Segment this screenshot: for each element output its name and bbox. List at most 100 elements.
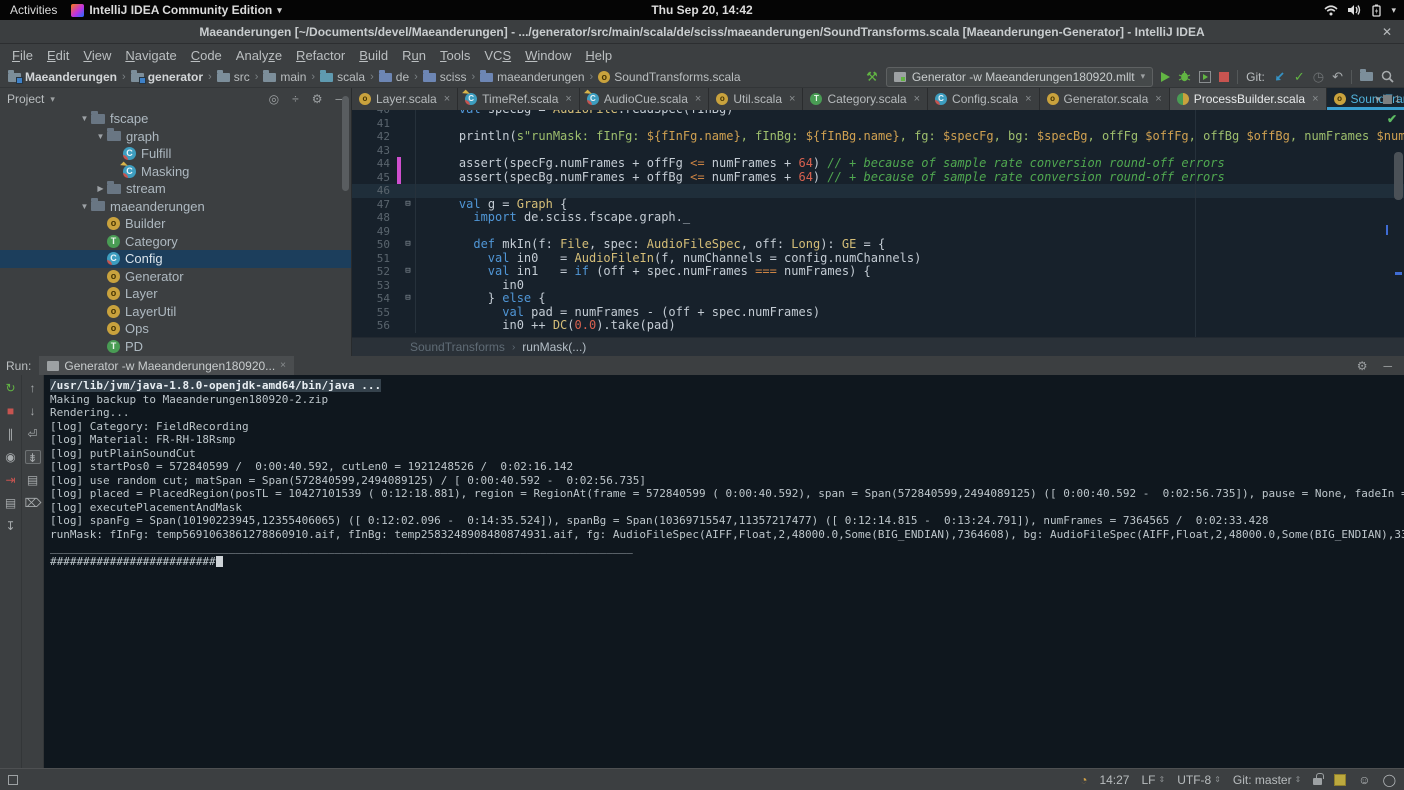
readonly-lock-icon[interactable] <box>1313 778 1322 785</box>
tree-item-category[interactable]: TCategory <box>0 233 351 251</box>
close-icon[interactable]: × <box>1155 93 1161 105</box>
window-titlebar[interactable]: Maeanderungen [~/Documents/devel/Maeande… <box>0 20 1404 44</box>
editor-breadcrumb[interactable]: SoundTransforms › runMask(...) <box>352 337 1404 356</box>
tree-item-ops[interactable]: oOps <box>0 320 351 338</box>
pause-output-icon[interactable]: ∥ <box>3 427 19 441</box>
settings-gear-icon[interactable]: ⚙ <box>1357 359 1368 373</box>
stop-icon[interactable]: ■ <box>3 404 19 418</box>
inspections-ok-icon[interactable]: ✔ <box>1387 112 1397 126</box>
fold-marker-icon[interactable]: ⊟ <box>401 292 415 306</box>
close-icon[interactable]: × <box>1312 93 1318 105</box>
breadcrumb-item-sciss[interactable]: sciss <box>423 70 467 84</box>
clock[interactable]: Thu Sep 20, 14:42 <box>651 3 752 17</box>
menu-navigate[interactable]: Navigate <box>118 48 183 63</box>
fold-marker-icon[interactable]: ⊟ <box>401 238 415 252</box>
tree-item-maeanderungen[interactable]: ▼maeanderungen <box>0 198 351 216</box>
menu-file[interactable]: File <box>5 48 40 63</box>
tree-arrow-expanded-icon[interactable]: ▼ <box>94 128 107 146</box>
search-everywhere-button[interactable] <box>1381 70 1394 83</box>
tab-config-scala[interactable]: CConfig.scala× <box>928 88 1039 110</box>
code-line-45[interactable]: 45 assert(specBg.numFrames + offBg <= nu… <box>352 171 1404 185</box>
breadcrumb-container[interactable]: SoundTransforms <box>410 340 505 354</box>
run-console-tab[interactable]: Generator -w Maeanderungen180920... × <box>39 356 294 375</box>
menu-build[interactable]: Build <box>352 48 395 63</box>
git-branch-widget[interactable]: Git: master⇕ <box>1233 773 1301 787</box>
code-line-46[interactable]: 46 <box>352 184 1404 198</box>
tab-layer-scala[interactable]: oLayer.scala× <box>352 88 458 110</box>
breadcrumb-item-generator[interactable]: generator <box>131 70 203 84</box>
code-line-51[interactable]: 51 val in0 = AudioFileIn(f, numChannels … <box>352 252 1404 266</box>
toolwindow-toggle-icon[interactable] <box>8 775 18 785</box>
scroll-up-icon[interactable]: ↑ <box>25 381 41 395</box>
print-icon[interactable]: ▤ <box>25 473 41 487</box>
minimize-panel-icon[interactable]: ─ <box>1383 359 1392 373</box>
git-history-icon[interactable]: ◷ <box>1313 67 1324 87</box>
tree-arrow-expanded-icon[interactable]: ▼ <box>78 198 91 216</box>
breadcrumb-item-scala[interactable]: scala <box>320 70 365 84</box>
menu-edit[interactable]: Edit <box>40 48 76 63</box>
tree-arrow-expanded-icon[interactable]: ▼ <box>78 110 91 128</box>
hidden-tabs-dropdown-icon[interactable]: ▾ <box>1375 94 1380 105</box>
code-line-48[interactable]: 48 import de.sciss.fscape.graph._ <box>352 211 1404 225</box>
run-configuration-combo[interactable]: Generator -w Maeanderungen180920.mllt ▾ <box>886 67 1153 87</box>
tab-category-scala[interactable]: TCategory.scala× <box>803 88 928 110</box>
close-icon[interactable]: × <box>444 93 450 105</box>
build-hammer-icon[interactable]: ⚒ <box>866 67 878 87</box>
tree-item-fscape[interactable]: ▼fscape <box>0 110 351 128</box>
tab-util-scala[interactable]: oUtil.scala× <box>709 88 803 110</box>
locate-file-icon[interactable]: ◎ <box>269 92 279 106</box>
code-line-47[interactable]: 47⊟ val g = Graph { <box>352 198 1404 212</box>
project-folder-icon[interactable] <box>1360 70 1373 84</box>
system-tray[interactable]: ▾ <box>1324 4 1404 17</box>
code-editor[interactable]: 40 val specBg = AudioFile.readSpec(fInBg… <box>352 110 1404 337</box>
menu-tools[interactable]: Tools <box>433 48 477 63</box>
menu-window[interactable]: Window <box>518 48 578 63</box>
rollback-button[interactable]: ↶ <box>1332 67 1343 87</box>
menu-help[interactable]: Help <box>578 48 619 63</box>
fold-marker-icon[interactable]: ⊟ <box>401 198 415 212</box>
performance-gauge-icon[interactable]: ◔ <box>1080 773 1087 787</box>
code-line-50[interactable]: 50⊟ def mkIn(f: File, spec: AudioFileSpe… <box>352 238 1404 252</box>
tab-processbuilder-scala[interactable]: ProcessBuilder.scala× <box>1170 88 1327 110</box>
editor-scrollbar[interactable] <box>1394 152 1403 200</box>
collapse-all-icon[interactable]: ÷ <box>292 92 299 106</box>
breadcrumb-item-de[interactable]: de <box>379 70 409 84</box>
breadcrumb-item-main[interactable]: main <box>263 70 306 84</box>
tree-item-builder[interactable]: oBuilder <box>0 215 351 233</box>
code-line-41[interactable]: 41 <box>352 117 1404 131</box>
tree-scrollbar[interactable] <box>342 96 349 191</box>
run-console-output[interactable]: /usr/lib/jvm/java-1.8.0-openjdk-amd64/bi… <box>44 375 1404 768</box>
settings-gear-icon[interactable]: ⚙ <box>312 92 323 106</box>
run-button[interactable] <box>1161 72 1170 82</box>
code-line-42[interactable]: 42 println(s"runMask: fInFg: ${fInFg.nam… <box>352 130 1404 144</box>
close-icon[interactable]: × <box>1025 93 1031 105</box>
tree-item-layer[interactable]: oLayer <box>0 285 351 303</box>
code-line-44[interactable]: 44 assert(specFg.numFrames + offFg <= nu… <box>352 157 1404 171</box>
run-with-coverage-button[interactable] <box>1199 71 1211 83</box>
code-line-52[interactable]: 52⊟ val in1 = if (off + spec.numFrames =… <box>352 265 1404 279</box>
breadcrumb-item-maeanderungen[interactable]: Maeanderungen <box>8 70 117 84</box>
rerun-icon[interactable]: ↻ <box>3 381 19 395</box>
code-line-43[interactable]: 43 <box>352 144 1404 158</box>
close-icon[interactable]: × <box>695 93 701 105</box>
tree-item-stream[interactable]: ▶stream <box>0 180 351 198</box>
tree-item-layerutil[interactable]: oLayerUtil <box>0 303 351 321</box>
pin-tab-icon[interactable]: ↧ <box>3 519 19 533</box>
tree-item-fulfill[interactable]: CFulfill <box>0 145 351 163</box>
scroll-to-end-icon[interactable]: ⇟ <box>25 450 41 464</box>
menu-analyze[interactable]: Analyze <box>229 48 289 63</box>
encoding-widget[interactable]: UTF-8⇕ <box>1177 773 1221 787</box>
tab-generator-scala[interactable]: oGenerator.scala× <box>1040 88 1170 110</box>
tree-item-pd[interactable]: TPD <box>0 338 351 356</box>
menu-view[interactable]: View <box>76 48 118 63</box>
soft-wrap-icon[interactable]: ⏎ <box>25 427 41 441</box>
tab-audiocue-scala[interactable]: CAudioCue.scala× <box>580 88 710 110</box>
line-separator-widget[interactable]: LF⇕ <box>1141 773 1165 787</box>
stop-button[interactable] <box>1219 72 1229 82</box>
tree-item-masking[interactable]: CMasking <box>0 163 351 181</box>
menu-run[interactable]: Run <box>395 48 433 63</box>
breadcrumb-item-maeanderungen[interactable]: maeanderungen <box>480 70 584 84</box>
git-update-button[interactable] <box>1273 70 1286 83</box>
debug-button[interactable] <box>1178 70 1191 83</box>
tree-item-graph[interactable]: ▼graph <box>0 128 351 146</box>
